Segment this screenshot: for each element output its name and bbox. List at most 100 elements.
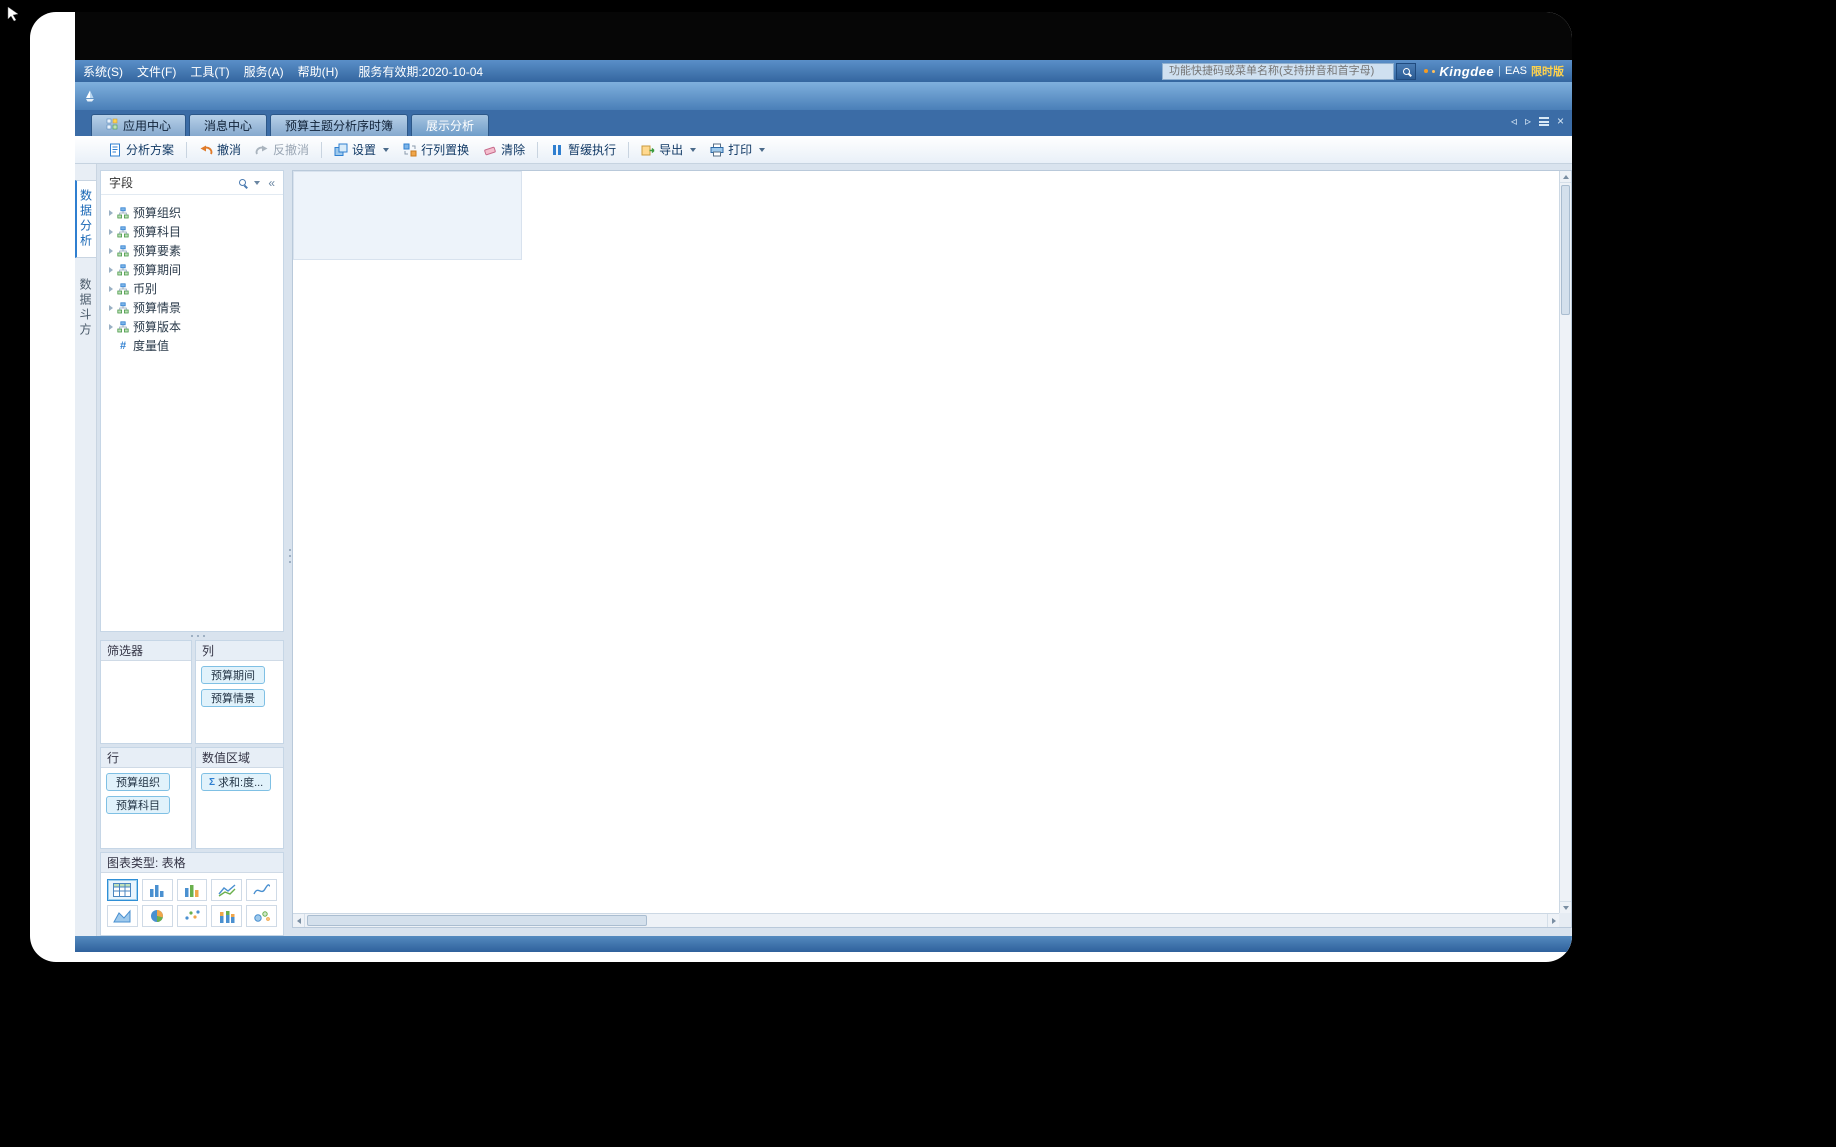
menu-item[interactable]: 系统(S): [83, 63, 123, 80]
expand-caret-icon[interactable]: [109, 267, 113, 273]
chart-type-bar-color-icon[interactable]: [177, 879, 208, 901]
dimension-icon: [117, 264, 129, 276]
field-item-预算版本[interactable]: 预算版本: [105, 317, 279, 336]
values-panel-header: 数值区域: [196, 748, 283, 768]
chart-type-stacked-icon[interactable]: [211, 905, 242, 927]
nav-right-icon[interactable]: ▹: [1525, 115, 1531, 127]
pivot-table: [293, 171, 1559, 260]
toolbar-undo-button[interactable]: 撤消: [192, 138, 248, 161]
horizontal-splitter[interactable]: [100, 632, 284, 640]
vertical-scrollbar[interactable]: [1559, 171, 1571, 913]
filter-panel-header: 筛选器: [101, 641, 191, 661]
menu-item[interactable]: 帮助(H): [298, 63, 339, 80]
layout-tag[interactable]: 预算期间: [201, 666, 265, 684]
pause-icon: [550, 143, 564, 157]
field-item-预算科目[interactable]: 预算科目: [105, 222, 279, 241]
scrollbar-corner: [1559, 913, 1571, 927]
horizontal-scrollbar[interactable]: [293, 913, 1559, 927]
horizontal-scroll-thumb[interactable]: [307, 915, 647, 926]
field-item-预算期间[interactable]: 预算期间: [105, 260, 279, 279]
scroll-left-icon[interactable]: [293, 914, 305, 927]
nav-left-icon[interactable]: ◃: [1511, 115, 1517, 127]
layout-tag[interactable]: 预算科目: [106, 796, 170, 814]
scroll-right-icon[interactable]: [1547, 914, 1559, 927]
side-tab-数据斗方[interactable]: 数据斗方: [76, 270, 95, 346]
cursor-icon: [6, 6, 22, 27]
tab-list-icon[interactable]: [1539, 117, 1549, 126]
chart-type-table-icon[interactable]: [107, 879, 138, 901]
export-icon: [641, 143, 655, 157]
tab-row: 应用中心 消息中心 预算主题分析序时簿 展示分析 ◃ ▹ ×: [75, 110, 1572, 136]
chevron-down-icon[interactable]: [254, 181, 260, 185]
app-center-icon: [106, 118, 118, 133]
field-item-预算组织[interactable]: 预算组织: [105, 203, 279, 222]
side-tab-数据分析[interactable]: 数据分析: [75, 180, 97, 258]
toolbar: 分析方案撤消反撤消设置行列置换清除暂缓执行导出打印: [75, 136, 1572, 164]
tab-label: 消息中心: [204, 117, 252, 134]
chart-type-area-icon[interactable]: [107, 905, 138, 927]
redo-icon: [255, 143, 269, 157]
menu-item[interactable]: 服务(A): [244, 63, 284, 80]
dimension-icon: [117, 226, 129, 238]
left-pane: 字段 « 预算组织预算科目预算要素预算期间币别预算情景预算版本#度量值 筛选器 …: [97, 164, 287, 936]
field-item-预算要素[interactable]: 预算要素: [105, 241, 279, 260]
scroll-down-icon[interactable]: [1560, 901, 1571, 913]
scroll-up-icon[interactable]: [1560, 171, 1571, 183]
toolbar-clear-button[interactable]: 清除: [476, 138, 532, 161]
field-search-icon[interactable]: [239, 179, 246, 186]
chart-type-pie-icon[interactable]: [142, 905, 173, 927]
tab-消息中心[interactable]: 消息中心: [189, 114, 267, 136]
layout-tag[interactable]: Σ求和:度...: [201, 773, 271, 791]
tab-应用中心[interactable]: 应用中心: [91, 114, 186, 136]
menu-item[interactable]: 工具(T): [190, 63, 229, 80]
tab-label: 展示分析: [426, 117, 474, 134]
tab-预算主题分析序时簿[interactable]: 预算主题分析序时簿: [270, 114, 408, 136]
tag-label: 预算组织: [116, 774, 160, 790]
toolbar-settings-button[interactable]: 设置: [327, 138, 396, 161]
expand-caret-icon: [109, 343, 113, 349]
filter-panel: 筛选器: [100, 640, 192, 744]
menu-item[interactable]: 文件(F): [137, 63, 176, 80]
field-label: 预算科目: [133, 223, 181, 240]
caret-down-icon[interactable]: [383, 148, 389, 152]
chart-type-spline-icon[interactable]: [246, 879, 277, 901]
toolbar-swap-button[interactable]: 行列置换: [396, 138, 476, 161]
layout-tag[interactable]: 预算情景: [201, 689, 265, 707]
fields-panel: 字段 « 预算组织预算科目预算要素预算期间币别预算情景预算版本#度量值: [100, 170, 284, 632]
quick-launch-icon[interactable]: [83, 89, 97, 108]
toolbar-export-button[interactable]: 导出: [634, 138, 703, 161]
tab-展示分析[interactable]: 展示分析: [411, 114, 489, 136]
chart-type-scatter-icon[interactable]: [177, 905, 208, 927]
field-label: 币别: [133, 280, 157, 297]
search-icon: [1403, 68, 1410, 75]
close-icon[interactable]: ×: [1557, 115, 1564, 127]
field-item-币别[interactable]: 币别: [105, 279, 279, 298]
chart-type-bar-icon[interactable]: [142, 879, 173, 901]
toolbar-pause-button[interactable]: 暂缓执行: [543, 138, 623, 161]
expand-caret-icon[interactable]: [109, 229, 113, 235]
expand-caret-icon[interactable]: [109, 210, 113, 216]
expand-caret-icon[interactable]: [109, 248, 113, 254]
expand-caret-icon[interactable]: [109, 324, 113, 330]
toolbar-label: 设置: [352, 141, 376, 158]
fields-tree: 预算组织预算科目预算要素预算期间币别预算情景预算版本#度量值: [101, 195, 283, 363]
values-tags: Σ求和:度...: [196, 768, 283, 796]
search-input[interactable]: [1162, 63, 1394, 80]
collapse-panel-icon[interactable]: «: [268, 176, 275, 190]
field-label: 度量值: [133, 337, 169, 354]
expand-caret-icon[interactable]: [109, 286, 113, 292]
toolbar-print-button[interactable]: 打印: [703, 138, 772, 161]
field-item-度量值[interactable]: #度量值: [105, 336, 279, 355]
toolbar-label: 暂缓执行: [568, 141, 616, 158]
toolbar-doc-button[interactable]: 分析方案: [101, 138, 181, 161]
layout-tag[interactable]: 预算组织: [106, 773, 170, 791]
print-icon: [710, 143, 724, 157]
caret-down-icon[interactable]: [690, 148, 696, 152]
field-item-预算情景[interactable]: 预算情景: [105, 298, 279, 317]
chart-type-bubble-icon[interactable]: [246, 905, 277, 927]
vertical-scroll-thumb[interactable]: [1561, 185, 1570, 315]
chart-type-line-icon[interactable]: [211, 879, 242, 901]
expand-caret-icon[interactable]: [109, 305, 113, 311]
caret-down-icon[interactable]: [759, 148, 765, 152]
search-button[interactable]: [1396, 63, 1416, 80]
